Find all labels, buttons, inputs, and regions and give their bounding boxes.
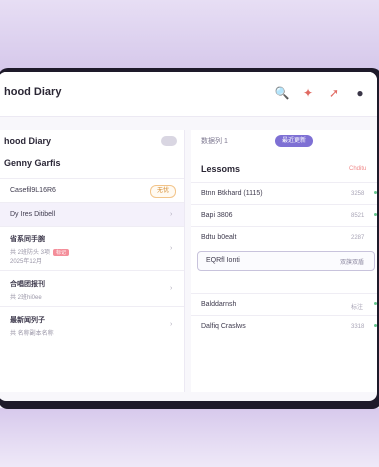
list-item-title: Dy Ires Ditibell — [10, 211, 56, 218]
lesson-label: Btnn Btkhard (1115) — [201, 190, 263, 197]
list-item-1[interactable]: Casefil9L16R6 无忧 — [0, 178, 184, 203]
filter-label: 数据列 1 — [201, 138, 228, 145]
right-panel: 数据列 1 最近更新 Lessoms Chditu Btnn Btkhard (… — [191, 130, 377, 392]
top-bar: hood Diary 🔍 ✦ ➚ ● — [0, 72, 377, 117]
list-item-2[interactable]: Dy Ires Ditibell › — [0, 202, 184, 227]
lesson-value: 标注 — [351, 305, 364, 311]
list-item-subtitle: 共 2班hi0ee — [10, 295, 42, 301]
status-dot — [374, 324, 377, 327]
lesson-value: 双旗双盾 — [340, 260, 365, 266]
list-item-title: 省系同手腕 — [10, 236, 45, 243]
tablet-frame: hood Diary 🔍 ✦ ➚ ● hood Diary Genny Garf… — [0, 68, 379, 409]
tag-badge: 标记 — [53, 249, 70, 256]
lesson-label: Dalfiq Craslws — [201, 323, 246, 330]
lesson-row-4[interactable]: Balddarnsh 标注 — [191, 293, 377, 316]
page-background: hood Diary 🔍 ✦ ➚ ● hood Diary Genny Garf… — [0, 0, 379, 467]
chevron-right-icon: › — [170, 211, 173, 218]
list-item-subtitle: 共 2班防头 3项 标记 — [10, 247, 70, 256]
status-badge: 无忧 — [150, 185, 176, 198]
list-item-date: 2025年12月 — [10, 259, 43, 265]
background-top-gradient — [0, 0, 379, 78]
lesson-label: Bapi 3806 — [201, 212, 233, 219]
lesson-value: 2287 — [351, 235, 365, 241]
lesson-label: EQRfl Ionti — [206, 257, 240, 264]
filter-pill-active[interactable]: 最近更新 — [275, 135, 313, 147]
lesson-row-2[interactable]: Bapi 3806 8521 — [191, 204, 377, 227]
chevron-right-icon: › — [170, 245, 173, 252]
list-item-subtitle: 共 名称副本名称 — [10, 331, 54, 337]
list-item-3[interactable]: 省系同手腕 共 2班防头 3项 标记 2025年12月 › — [0, 226, 184, 271]
share-icon[interactable]: ➚ — [325, 84, 343, 102]
left-panel-subtitle: Genny Garfis — [4, 158, 61, 168]
status-dot — [374, 213, 377, 216]
pin-icon[interactable]: ✦ — [299, 84, 317, 102]
user-icon[interactable]: ● — [351, 84, 369, 102]
left-panel: hood Diary Genny Garfis Casefil9L16R6 无忧… — [0, 130, 185, 392]
lesson-row-1[interactable]: Btnn Btkhard (1115) 3258 — [191, 182, 377, 205]
list-item-5[interactable]: 最新闻列子 共 名称副本名称 › — [0, 306, 184, 343]
lesson-value: 3318 — [351, 324, 365, 330]
background-bottom-gradient — [0, 408, 379, 467]
list-item-title: 合唱团报刊 — [10, 281, 45, 288]
section-header-action[interactable]: Chditu — [349, 166, 366, 172]
app-screen: hood Diary 🔍 ✦ ➚ ● hood Diary Genny Garf… — [0, 72, 377, 401]
chevron-right-icon: › — [170, 285, 173, 292]
lesson-value: 8521 — [351, 213, 365, 219]
chevron-right-icon: › — [170, 321, 173, 328]
list-item-4[interactable]: 合唱团报刊 共 2班hi0ee › — [0, 270, 184, 307]
lesson-label: Bdtu b0ealt — [201, 234, 237, 241]
search-icon[interactable]: 🔍 — [273, 84, 291, 102]
top-icons: 🔍 ✦ ➚ ● — [273, 84, 369, 102]
lesson-label: Balddarnsh — [201, 301, 237, 308]
selected-lesson-row[interactable]: EQRfl Ionti 双旗双盾 — [197, 251, 375, 271]
app-title: hood Diary — [4, 86, 62, 98]
lesson-row-5[interactable]: Dalfiq Craslws 3318 — [191, 315, 377, 338]
list-item-title: 最新闻列子 — [10, 317, 45, 324]
toggle-switch[interactable] — [161, 136, 177, 146]
left-panel-title: hood Diary — [4, 136, 52, 146]
lesson-value: 3258 — [351, 191, 365, 197]
section-header: Lessoms — [201, 164, 241, 174]
status-dot — [374, 302, 377, 305]
lesson-row-3[interactable]: Bdtu b0ealt 2287 — [191, 226, 377, 249]
list-item-title: Casefil9L16R6 — [10, 187, 56, 194]
status-dot — [374, 191, 377, 194]
